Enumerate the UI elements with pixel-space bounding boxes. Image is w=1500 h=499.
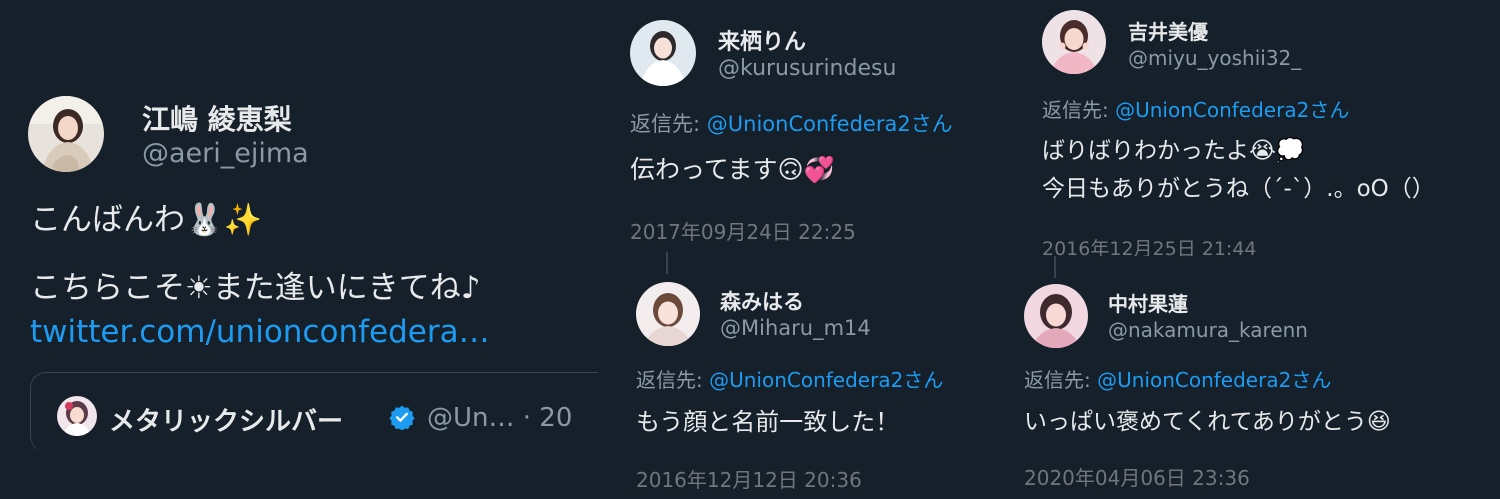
main-tweet: 江嶋 綾恵梨 @aeri_ejima こんばんわ🐰✨ こちらこそ☀また逢いにきて…	[0, 0, 598, 499]
reply-mention-link[interactable]: @UnionConfedera2さん	[709, 368, 943, 392]
avatar[interactable]	[630, 20, 696, 86]
display-name[interactable]: 来栖りん	[718, 24, 806, 56]
reply-mention-link[interactable]: @UnionConfedera2さん	[1115, 98, 1349, 122]
user-handle[interactable]: @nakamura_karenn	[1108, 318, 1308, 342]
reply-prefix: 返信先:	[1042, 98, 1116, 122]
reply-text: 伝わってます🙃💞	[630, 155, 835, 184]
reply-timestamp[interactable]: 2020年04月06日 23:36	[1024, 462, 1250, 491]
avatar-photo-icon	[1024, 284, 1088, 348]
display-name[interactable]: 森みはる	[720, 286, 804, 316]
avatar-photo-icon	[630, 20, 696, 86]
user-handle[interactable]: @kurusurindesu	[718, 56, 896, 81]
avatar-photo-icon	[636, 282, 700, 346]
quoted-tweet-card[interactable]: メタリックシルバー @Un… · 20	[30, 372, 598, 452]
thread-connector-line	[666, 252, 668, 274]
avatar[interactable]	[1042, 10, 1106, 74]
reply-text-line-2: 今日もありがとうね（´-`）.。oO（）	[1042, 176, 1435, 202]
reply-timestamp[interactable]: 2017年09月24日 22:25	[630, 216, 856, 245]
display-name[interactable]: 江嶋 綾恵梨	[142, 98, 292, 138]
avatar[interactable]	[28, 96, 104, 172]
reply-mention-link[interactable]: @UnionConfedera2さん	[707, 112, 953, 136]
reply-card-2: 吉井美優 @miyu_yoshii32_ 返信先: @UnionConfeder…	[1024, 0, 1500, 268]
reply-to-label: 返信先: @UnionConfedera2さん	[1042, 94, 1349, 123]
tweet-link[interactable]: twitter.com/unionconfedera…	[30, 314, 490, 350]
display-name[interactable]: 中村果蓮	[1108, 288, 1188, 317]
avatar[interactable]	[636, 282, 700, 346]
display-name[interactable]: 吉井美優	[1128, 16, 1208, 45]
tweet-text: こんばんわ🐰✨ こちらこそ☀また逢いにきてね♪	[30, 198, 481, 310]
reply-card-3: 森みはる @Miharu_m14 返信先: @UnionConfedera2さん…	[612, 252, 1010, 499]
reply-prefix: 返信先:	[1024, 368, 1098, 392]
reply-card-1: 来栖りん @kurusurindesu 返信先: @UnionConfedera…	[612, 0, 1010, 250]
reply-text: もう顔と名前一致した！	[636, 408, 900, 436]
reply-text-line-1: ばりばりわかったよ😭💭	[1042, 138, 1305, 164]
tweet-line-2: こちらこそ☀また逢いにきてね♪	[30, 270, 481, 306]
user-handle[interactable]: @miyu_yoshii32_	[1128, 46, 1301, 70]
reply-to-label: 返信先: @UnionConfedera2さん	[636, 364, 943, 393]
thread-connector-line	[1054, 256, 1056, 278]
reply-to-label: 返信先: @UnionConfedera2さん	[630, 108, 953, 138]
quoted-handle[interactable]: @Un… · 20	[427, 403, 572, 433]
reply-to-label: 返信先: @UnionConfedera2さん	[1024, 364, 1331, 393]
user-handle[interactable]: @Miharu_m14	[720, 316, 871, 340]
tweet-line-1: こんばんわ🐰✨	[30, 202, 263, 238]
avatar[interactable]	[1024, 284, 1088, 348]
reply-prefix: 返信先:	[630, 112, 707, 136]
reply-timestamp[interactable]: 2016年12月12日 20:36	[636, 464, 862, 493]
reply-prefix: 返信先:	[636, 368, 710, 392]
user-handle[interactable]: @aeri_ejima	[142, 138, 309, 169]
reply-mention-link[interactable]: @UnionConfedera2さん	[1097, 368, 1331, 392]
quoted-display-name[interactable]: メタリックシルバー	[109, 401, 343, 438]
reply-text: いっぱい褒めてくれてありがとう😆	[1024, 409, 1391, 435]
reply-card-4: 中村果蓮 @nakamura_karenn 返信先: @UnionConfede…	[1014, 256, 1500, 499]
verified-badge-icon	[389, 405, 415, 430]
avatar-photo-icon	[1042, 10, 1106, 74]
quoted-avatar[interactable]	[57, 396, 97, 436]
quoted-avatar-photo-icon	[57, 396, 97, 436]
avatar-photo-icon	[28, 96, 104, 172]
